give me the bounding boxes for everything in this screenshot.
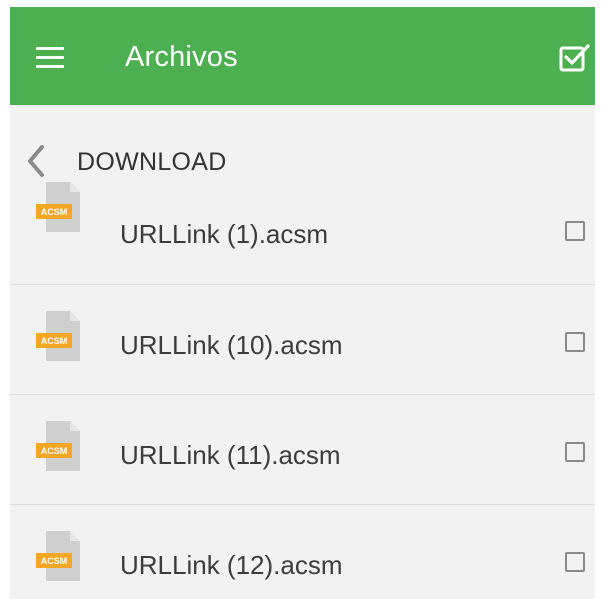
select-all-icon[interactable] [558,42,592,74]
acsm-file-icon: ACSM [36,311,80,361]
file-checkbox[interactable] [565,332,585,352]
menu-icon[interactable] [36,47,66,69]
current-folder-label: DOWNLOAD [77,148,227,176]
acsm-file-icon: ACSM [36,182,80,232]
file-row[interactable]: ACSM URLLink (1).acsm [10,177,595,285]
file-name: URLLink (1).acsm [120,219,329,249]
file-name: URLLink (12).acsm [120,550,343,580]
file-badge-label: ACSM [41,446,68,456]
file-checkbox[interactable] [565,552,585,572]
file-badge-label: ACSM [41,336,68,346]
app-bar: Archivos [10,7,595,105]
file-name: URLLink (11).acsm [120,440,341,470]
acsm-file-icon: ACSM [36,531,80,581]
back-icon[interactable] [24,143,48,179]
file-row[interactable]: ACSM URLLink (11).acsm [10,395,595,505]
file-name: URLLink (10).acsm [120,330,343,360]
file-checkbox[interactable] [565,221,585,241]
file-row[interactable]: ACSM URLLink (10).acsm [10,285,595,395]
file-checkbox[interactable] [565,442,585,462]
file-badge-label: ACSM [41,556,68,566]
page-title: Archivos [125,41,238,73]
file-row[interactable]: ACSM URLLink (12).acsm [10,505,595,599]
file-browser-screen: ACSM URLLink (1).acsm ACSM URLLink (10).… [10,7,595,599]
file-badge-label: ACSM [41,207,68,217]
acsm-file-icon: ACSM [36,421,80,471]
path-bar: DOWNLOAD [10,105,595,183]
